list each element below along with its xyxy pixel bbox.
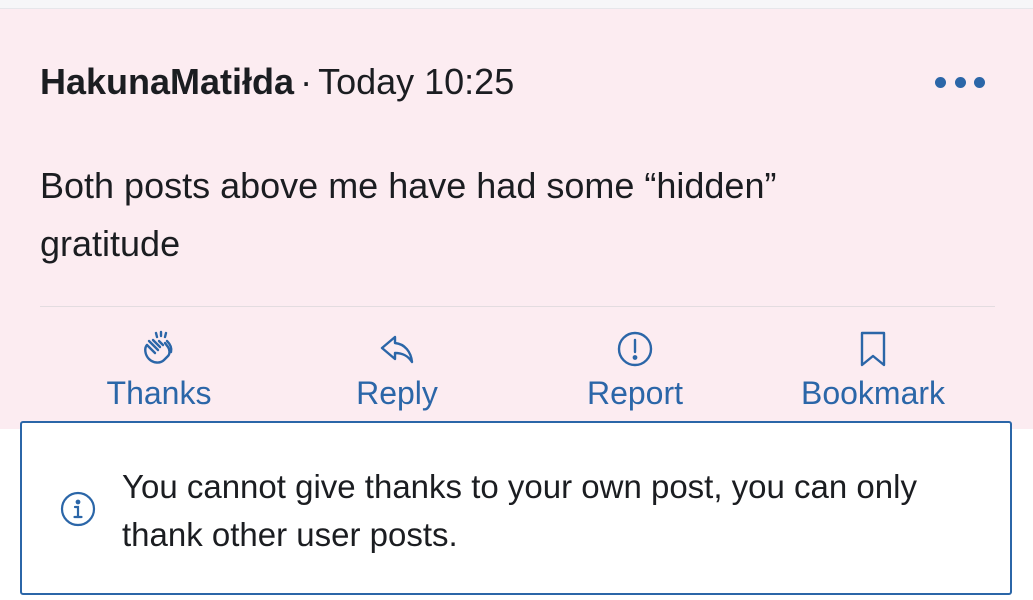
thanks-label: Thanks — [106, 375, 212, 411]
bookmark-label: Bookmark — [800, 375, 946, 411]
thanks-button[interactable]: Thanks — [40, 329, 278, 419]
post-actions-bar: Thanks Reply Report Bookmark — [40, 329, 995, 419]
ellipsis-icon-dot — [954, 76, 966, 88]
bookmark-button[interactable]: Bookmark — [754, 329, 992, 419]
report-label: Report — [586, 375, 684, 411]
reply-arrow-icon — [380, 335, 414, 364]
report-button[interactable]: Report — [516, 329, 754, 419]
bookmark-icon — [860, 331, 886, 367]
post-author[interactable]: HakunaMatiłda — [40, 61, 294, 102]
more-options-button[interactable] — [935, 71, 985, 93]
toast-message: You cannot give thanks to your own post,… — [122, 468, 917, 553]
alert-circle-icon — [617, 331, 653, 367]
previous-post-edge — [0, 0, 1033, 9]
header-separator: · — [300, 61, 313, 102]
info-icon — [60, 491, 96, 527]
post-body: Both posts above me have had some “hidde… — [40, 165, 777, 264]
info-toast[interactable]: You cannot give thanks to your own post,… — [20, 421, 1012, 595]
reply-button[interactable]: Reply — [278, 329, 516, 419]
clapping-hands-icon — [144, 330, 173, 364]
reply-label: Reply — [356, 375, 438, 411]
forum-post: HakunaMatiłda · Today 10:25 Both posts abo… — [0, 9, 1033, 429]
post-header: HakunaMatiłda · Today 10:25 — [40, 61, 514, 103]
ellipsis-icon — [935, 76, 946, 88]
post-timestamp: Today 10:25 — [318, 61, 515, 102]
post-divider — [40, 306, 995, 307]
ellipsis-icon-dot — [974, 76, 985, 88]
